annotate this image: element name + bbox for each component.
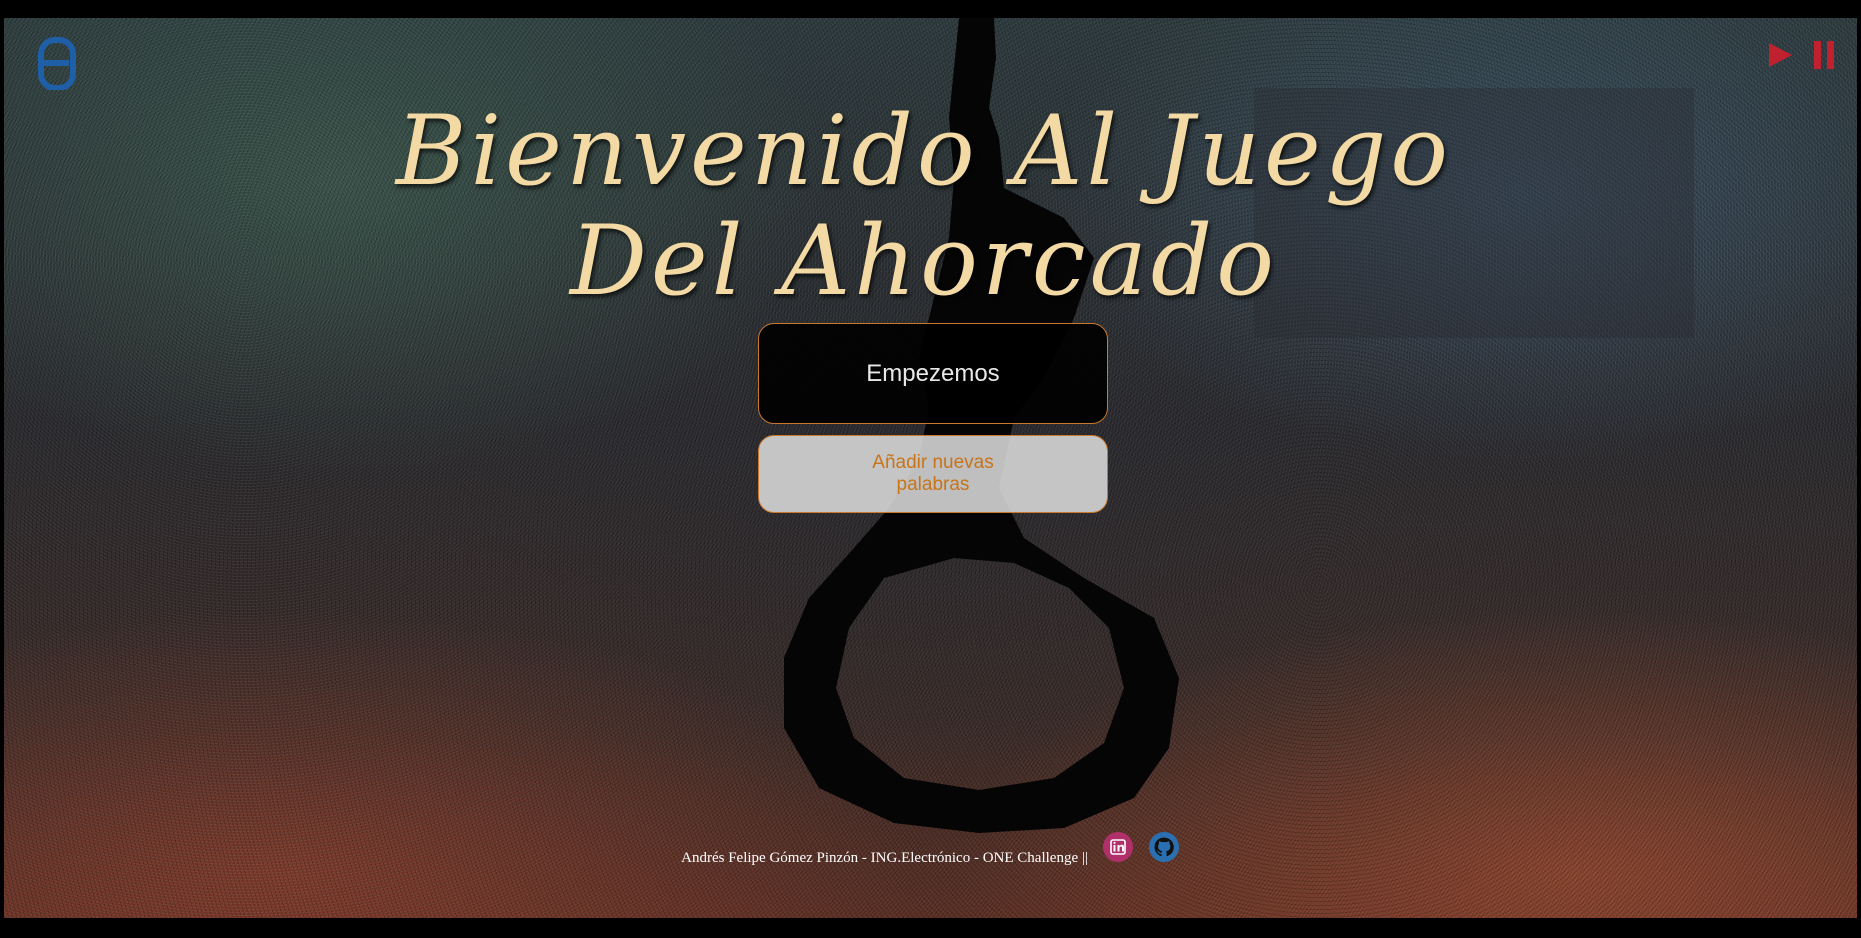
github-icon [1148, 831, 1179, 862]
author-credit: Andrés Felipe Gómez Pinzón - ING.Electró… [681, 850, 1088, 866]
start-game-button[interactable]: Empezemos [758, 323, 1108, 424]
github-link[interactable] [1148, 831, 1180, 863]
linkedin-link[interactable] [1102, 831, 1134, 863]
game-screen: Bienvenido Al Juego Del Ahorcado Empezem… [4, 18, 1857, 918]
footer: Andrés Felipe Gómez Pinzón - ING.Electró… [4, 826, 1857, 867]
pause-button[interactable] [1809, 40, 1839, 70]
linkedin-icon [1102, 831, 1133, 862]
game-title: Bienvenido Al Juego Del Ahorcado [395, 95, 1453, 317]
audio-controls [1765, 40, 1839, 70]
alura-logo-icon [38, 36, 76, 91]
play-button[interactable] [1765, 40, 1795, 70]
play-icon [1769, 43, 1792, 67]
pause-icon [1814, 41, 1834, 69]
add-words-button[interactable]: Añadir nuevas palabras [758, 435, 1108, 513]
